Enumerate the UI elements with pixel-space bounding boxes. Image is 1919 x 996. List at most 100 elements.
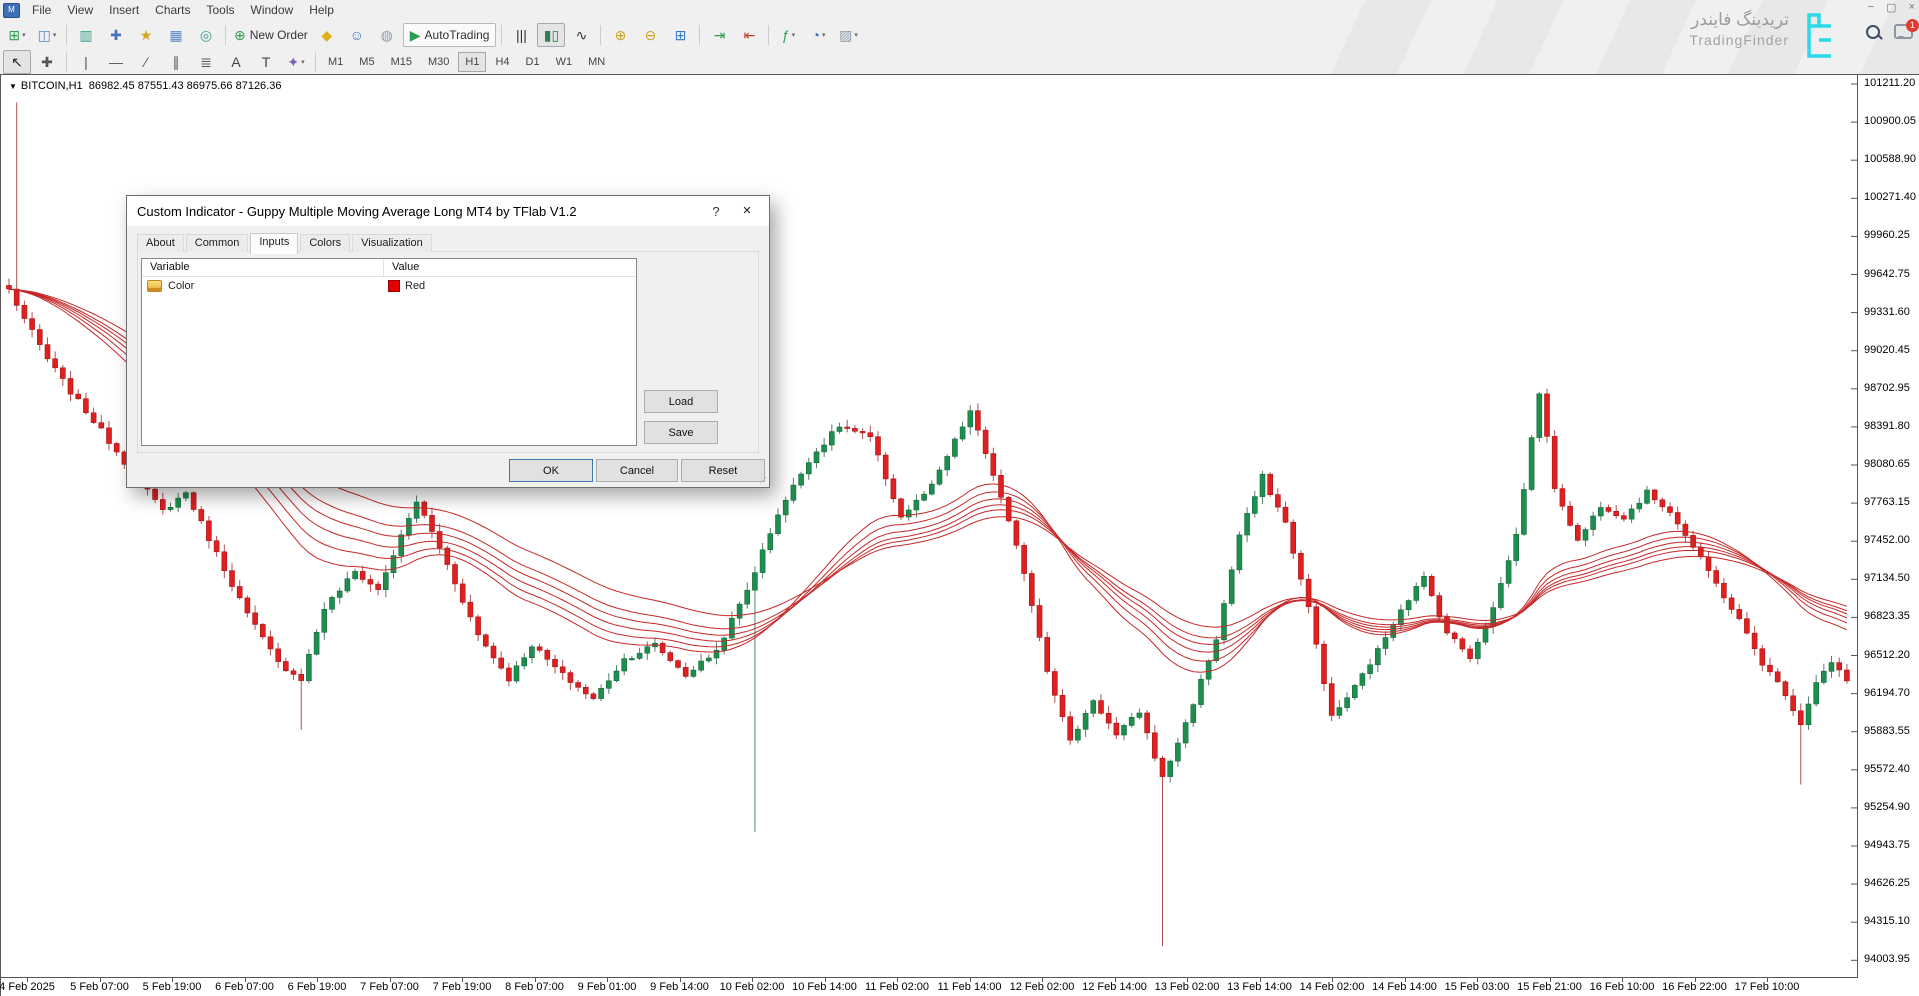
timeframe-d1[interactable]: D1: [519, 52, 547, 72]
cursor-button[interactable]: ↖: [3, 50, 31, 74]
fibonacci-button[interactable]: ≣: [192, 50, 220, 74]
menu-help[interactable]: Help: [301, 1, 342, 19]
strategy-tester-button[interactable]: ◎: [192, 23, 220, 47]
brand-name-english: TradingFinder: [1689, 32, 1789, 48]
horizontal-line-button[interactable]: —: [102, 50, 130, 74]
tile-windows-button[interactable]: ⊞: [666, 23, 694, 47]
minimize-button[interactable]: −: [1868, 1, 1874, 14]
dialog-help-button[interactable]: ?: [707, 203, 725, 221]
zoom-out-button[interactable]: ⊖: [636, 23, 664, 47]
equidistant-channel-button[interactable]: ∥: [162, 50, 190, 74]
tab-colors[interactable]: Colors: [300, 234, 350, 252]
zoom-in-button[interactable]: ⊕: [606, 23, 634, 47]
crosshair-button[interactable]: ✚: [33, 50, 61, 74]
symbol-ohlc-line[interactable]: ▼BITCOIN,H1 86982.45 87551.43 86975.66 8…: [9, 80, 281, 92]
drawing-toolbar: ↖✚|—∕∥≣AT✦▾M1M5M15M30H1H4D1W1MN: [2, 50, 613, 74]
tradingfinder-watermark: تریدینگ فایندر TradingFinder: [1689, 10, 1789, 48]
header-icons: 1: [1866, 24, 1913, 39]
tab-visualization[interactable]: Visualization: [352, 234, 432, 252]
save-button[interactable]: Save: [644, 421, 718, 444]
menu-file[interactable]: File: [24, 1, 59, 19]
price-axis-line: [1857, 75, 1858, 978]
close-button[interactable]: ×: [1909, 1, 1915, 14]
symbol-label: BITCOIN,H1: [21, 80, 83, 92]
arrow-tools-dropdown-icon: ▾: [301, 58, 305, 66]
metaeditor-button[interactable]: ◆: [313, 23, 341, 47]
value-cell[interactable]: Red: [383, 280, 636, 292]
timeframe-h4[interactable]: H4: [488, 52, 516, 72]
bar-chart-mode-button[interactable]: |||: [507, 23, 535, 47]
templates-button[interactable]: ▨▾: [834, 23, 862, 47]
tab-inputs[interactable]: Inputs: [250, 233, 298, 254]
dialog-resize-grip[interactable]: ⋰: [759, 477, 767, 485]
time-tick-label: 17 Feb 10:00: [1735, 981, 1800, 993]
timeframe-m30[interactable]: M30: [421, 52, 456, 72]
tab-about[interactable]: About: [137, 234, 184, 252]
market-watch-button[interactable]: ▥: [72, 23, 100, 47]
text-button[interactable]: A: [222, 50, 250, 74]
toolbar-separator: [315, 52, 316, 72]
cancel-button[interactable]: Cancel: [596, 459, 678, 482]
arrow-tools-button[interactable]: ✦▾: [282, 50, 310, 74]
menu-insert[interactable]: Insert: [101, 1, 147, 19]
chart-shift-button[interactable]: ⇤: [735, 23, 763, 47]
variable-column-header: Variable: [142, 259, 384, 276]
trendline-button[interactable]: ∕: [132, 50, 160, 74]
price-tick-label: 95254.90: [1864, 801, 1910, 813]
inputs-table: Variable Value ColorRed: [141, 258, 637, 446]
timeframe-m5[interactable]: M5: [352, 52, 381, 72]
input-row[interactable]: ColorRed: [142, 277, 636, 295]
timeframe-h1[interactable]: H1: [458, 52, 486, 72]
indicators-icon: ƒ: [782, 28, 790, 42]
price-tick-label: 94315.10: [1864, 915, 1910, 927]
toolbar-separator: [66, 52, 67, 72]
profiles-button[interactable]: ◫▾: [33, 23, 61, 47]
arrow-tools-icon: ✦: [287, 55, 299, 69]
window-controls: − ▢ ×: [1868, 1, 1915, 14]
autotrading-button[interactable]: ▶AutoTrading: [403, 23, 497, 47]
new-chart-dropdown-icon: ▾: [22, 31, 26, 39]
text-label-button[interactable]: T: [252, 50, 280, 74]
bar-chart-mode-icon: |||: [516, 28, 527, 42]
price-tick-label: 98391.80: [1864, 420, 1910, 432]
line-chart-mode-button[interactable]: ∿: [567, 23, 595, 47]
menu-tools[interactable]: Tools: [199, 1, 243, 19]
candlestick-mode-icon: ▮▯: [544, 28, 559, 42]
new-order-button[interactable]: ⊕New Order: [231, 23, 311, 47]
periods-button[interactable]: ◔▾: [804, 23, 832, 47]
time-tick-label: 13 Feb 14:00: [1227, 981, 1292, 993]
menu-charts[interactable]: Charts: [147, 1, 198, 19]
navigator-button[interactable]: ★: [132, 23, 160, 47]
timeframe-mn[interactable]: MN: [581, 52, 612, 72]
data-window-button[interactable]: ✚: [102, 23, 130, 47]
reset-button[interactable]: Reset: [681, 459, 765, 482]
ok-button[interactable]: OK: [509, 459, 593, 482]
time-tick-label: 11 Feb 02:00: [865, 981, 929, 993]
timeframe-m15[interactable]: M15: [384, 52, 419, 72]
terminal-button[interactable]: ▦: [162, 23, 190, 47]
auto-scroll-button[interactable]: ⇥: [705, 23, 733, 47]
dialog-close-button[interactable]: ×: [737, 201, 757, 221]
vertical-line-button[interactable]: |: [72, 50, 100, 74]
chat-badge: 1: [1906, 19, 1919, 32]
time-tick-label: 5 Feb 07:00: [70, 981, 129, 993]
time-tick-label: 12 Feb 02:00: [1010, 981, 1075, 993]
load-button[interactable]: Load: [644, 390, 718, 413]
ohlc-values: 86982.45 87551.43 86975.66 87126.36: [89, 80, 282, 92]
crosshair-icon: ✚: [41, 55, 53, 69]
tab-common[interactable]: Common: [186, 234, 249, 252]
menu-view[interactable]: View: [59, 1, 101, 19]
new-chart-button[interactable]: ⊞▾: [3, 23, 31, 47]
new-order-icon: ⊕: [234, 28, 246, 42]
metaeditor-icon: ◆: [321, 28, 332, 42]
custom-indicator-dialog: Custom Indicator - Guppy Multiple Moving…: [126, 195, 770, 488]
indicators-button[interactable]: ƒ▾: [774, 23, 802, 47]
timeframe-m1[interactable]: M1: [321, 52, 350, 72]
candlestick-mode-button[interactable]: ▮▯: [537, 23, 565, 47]
time-tick-label: 6 Feb 07:00: [215, 981, 274, 993]
notifications-button[interactable]: ◍: [373, 23, 401, 47]
menu-window[interactable]: Window: [243, 1, 302, 19]
restore-button[interactable]: ▢: [1886, 1, 1896, 14]
timeframe-w1[interactable]: W1: [549, 52, 580, 72]
experts-button[interactable]: ☺: [343, 23, 371, 47]
